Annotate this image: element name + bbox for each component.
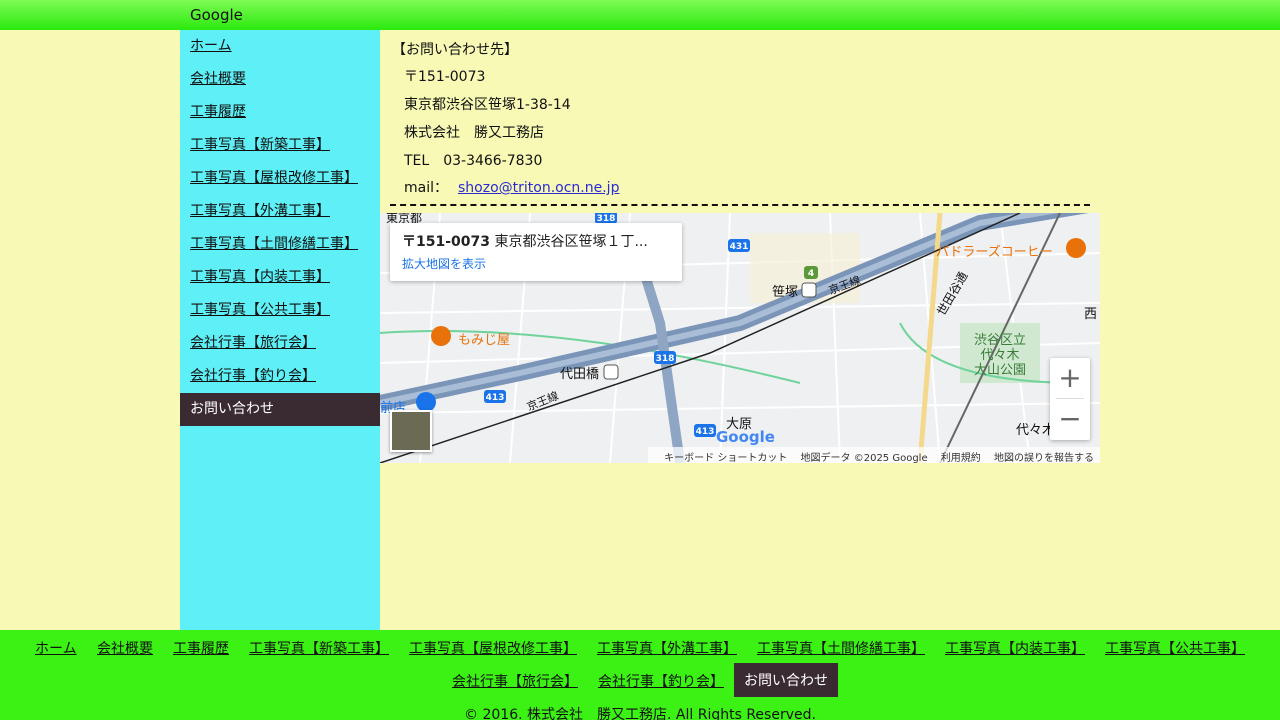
svg-text:4: 4 <box>808 269 814 279</box>
shop-pin-icon <box>416 392 436 412</box>
map-card-postal: 〒151-0073 <box>402 234 490 250</box>
poi-momiji[interactable]: もみじ屋 <box>458 329 510 348</box>
cafe-pin-icon <box>1066 238 1086 258</box>
sidebar-item-photo-exterior[interactable]: 工事写真【外溝工事】 <box>180 195 380 228</box>
sidebar-item-contact[interactable]: お問い合わせ <box>180 393 380 426</box>
footer-link-event-trip[interactable]: 会社行事【旅行会】 <box>452 671 578 691</box>
sidebar-item-photo-interior[interactable]: 工事写真【内装工事】 <box>180 261 380 294</box>
station-sasazuka[interactable]: 笹塚 <box>772 281 798 300</box>
copyright: © 2016. 株式会社 勝又工務店. All Rights Reserved. <box>464 707 816 720</box>
terms-link[interactable]: 利用規約 <box>941 453 981 463</box>
zoom-control: + − <box>1050 358 1090 440</box>
keyboard-shortcuts-link[interactable]: キーボード ショートカット <box>664 453 787 463</box>
svg-text:413: 413 <box>696 427 715 437</box>
footer-link-photo-roof[interactable]: 工事写真【屋根改修工事】 <box>409 638 577 658</box>
footer-link-history[interactable]: 工事履歴 <box>173 638 229 658</box>
footer-link-photo-interior[interactable]: 工事写真【内装工事】 <box>945 638 1085 658</box>
map-card-address-text: 東京都渋谷区笹塚１丁... <box>490 234 648 250</box>
svg-text:413: 413 <box>486 393 505 403</box>
poi-paddlers-coffee[interactable]: パドラーズコーヒー <box>936 241 1053 260</box>
footer: ホーム 会社概要 工事履歴 工事写真【新築工事】 工事写真【屋根改修工事】 工事… <box>0 630 1280 720</box>
mail-row: mail： shozo@triton.ocn.ne.jp <box>404 177 619 197</box>
sasazuka-station-icon <box>801 282 817 298</box>
svg-text:318: 318 <box>656 354 675 364</box>
telephone: TEL 03-3466-7830 <box>404 153 543 169</box>
sidebar-item-event-trip[interactable]: 会社行事【旅行会】 <box>180 327 380 360</box>
sidebar: ホーム 会社概要 工事履歴 工事写真【新築工事】 工事写真【屋根改修工事】 工事… <box>180 30 380 630</box>
address: 東京都渋谷区笹塚1-38-14 <box>404 97 571 113</box>
map-data-attribution: 地図データ ©2025 Google <box>800 453 928 463</box>
company-name: 株式会社 勝又工務店 <box>404 125 544 141</box>
footer-link-photo-public[interactable]: 工事写真【公共工事】 <box>1105 638 1245 658</box>
restaurant-pin-icon <box>431 326 451 346</box>
sidebar-item-photo-public[interactable]: 工事写真【公共工事】 <box>180 294 380 327</box>
footer-link-photo-new[interactable]: 工事写真【新築工事】 <box>249 638 389 658</box>
footer-link-event-fishing[interactable]: 会社行事【釣り会】 <box>598 671 724 691</box>
satellite-toggle-button[interactable] <box>390 410 432 452</box>
top-bar: Google <box>0 0 1280 30</box>
footer-link-photo-floor[interactable]: 工事写真【土間修繕工事】 <box>757 638 925 658</box>
sidebar-item-photo-new[interactable]: 工事写真【新築工事】 <box>180 129 380 162</box>
sidebar-item-photo-floor[interactable]: 工事写真【土間修繕工事】 <box>180 228 380 261</box>
google-brand[interactable]: Google <box>190 6 243 24</box>
daitabashi-station-icon <box>603 364 619 380</box>
map-card-address: 〒151-0073 東京都渋谷区笹塚１丁... <box>402 231 670 251</box>
footer-link-contact[interactable]: お問い合わせ <box>734 663 838 697</box>
sidebar-item-home[interactable]: ホーム <box>180 30 380 63</box>
footer-link-company[interactable]: 会社概要 <box>97 638 153 658</box>
google-logo: Google <box>716 428 775 446</box>
zoom-in-button[interactable]: + <box>1050 358 1090 398</box>
footer-link-home[interactable]: ホーム <box>35 638 77 658</box>
mail-link[interactable]: shozo@triton.ocn.ne.jp <box>458 180 619 196</box>
svg-text:431: 431 <box>730 242 749 252</box>
divider <box>390 204 1090 206</box>
map-info-card: 〒151-0073 東京都渋谷区笹塚１丁... 拡大地図を表示 <box>390 223 682 281</box>
mail-label: mail： <box>404 180 448 196</box>
sidebar-item-company[interactable]: 会社概要 <box>180 63 380 96</box>
area-nishi: 西 <box>1084 307 1098 322</box>
view-larger-map-link[interactable]: 拡大地図を表示 <box>402 255 670 272</box>
postal-code: 〒151-0073 <box>404 69 486 85</box>
footer-link-photo-exterior[interactable]: 工事写真【外溝工事】 <box>597 638 737 658</box>
station-daitabashi[interactable]: 代田橋 <box>560 363 599 382</box>
sidebar-item-history[interactable]: 工事履歴 <box>180 96 380 129</box>
zoom-out-button[interactable]: − <box>1050 399 1090 439</box>
report-error-link[interactable]: 地図の誤りを報告する <box>994 453 1094 463</box>
sidebar-item-photo-roof[interactable]: 工事写真【屋根改修工事】 <box>180 162 380 195</box>
sidebar-item-event-fishing[interactable]: 会社行事【釣り会】 <box>180 360 380 393</box>
contact-heading: 【お問い合わせ先】 <box>392 42 518 58</box>
google-map[interactable]: 318 431 318 413 413 4 もみじ屋 パドラーズコーヒー 笹塚 … <box>380 213 1100 463</box>
map-footer: キーボード ショートカット 地図データ ©2025 Google 利用規約 地図… <box>648 447 1100 463</box>
park-yoyogi-oyama[interactable]: 渋谷区立 代々木 大山公園 <box>974 333 1026 378</box>
